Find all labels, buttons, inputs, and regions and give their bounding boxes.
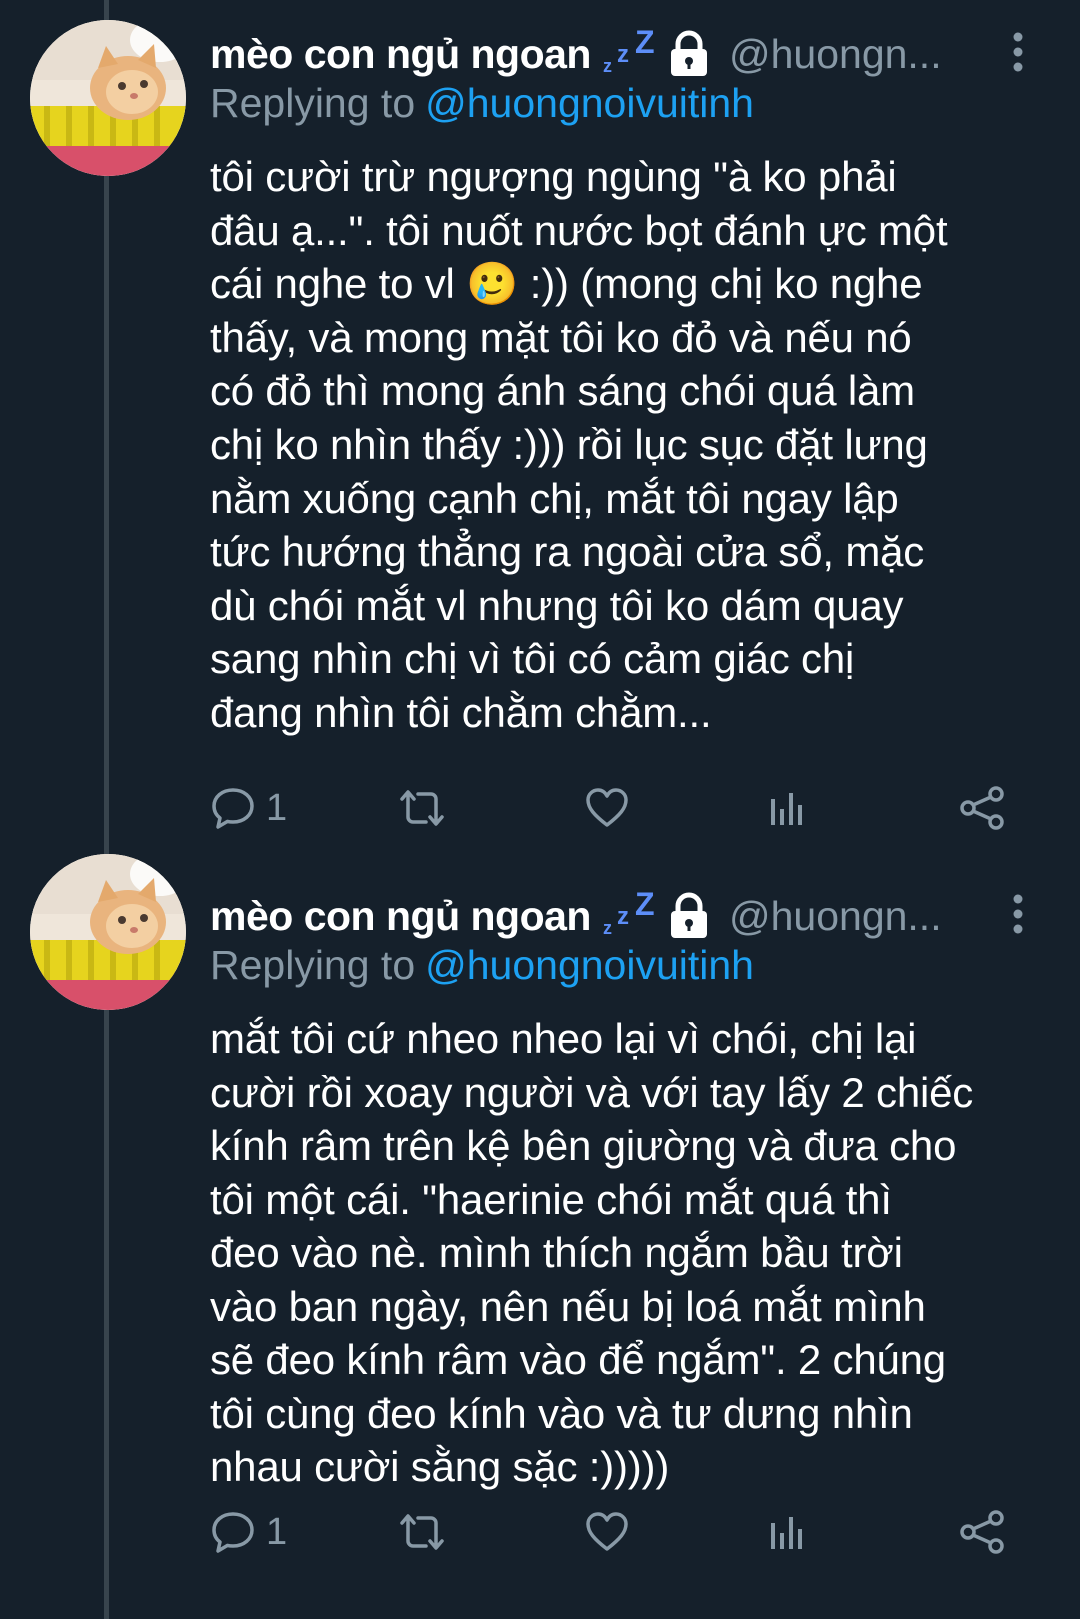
- tweet-header: mèo con ngủ ngoan zzZ @huongn...: [210, 24, 1010, 84]
- replying-label: Replying to: [210, 942, 416, 988]
- display-name[interactable]: mèo con ngủ ngoan: [210, 31, 591, 78]
- reply-count: 1: [266, 786, 288, 829]
- retweet-icon: [400, 1514, 444, 1550]
- replying-label: Replying to: [210, 80, 416, 126]
- share-button[interactable]: [958, 1502, 1006, 1562]
- user-handle[interactable]: @huongn...: [729, 31, 942, 78]
- views-button[interactable]: [766, 778, 806, 838]
- views-button[interactable]: [766, 1502, 806, 1562]
- share-button[interactable]: [958, 778, 1006, 838]
- retweet-icon: [400, 790, 444, 826]
- tweet-text: mắt tôi cứ nheo nheo lại vì chói, chị lạ…: [210, 1015, 974, 1490]
- reply-icon: [212, 1512, 254, 1553]
- mention-link[interactable]: @huongnoivuitinh: [425, 80, 754, 126]
- display-name[interactable]: mèo con ngủ ngoan: [210, 893, 591, 940]
- heart-icon: [586, 1512, 628, 1551]
- share-icon: [960, 1510, 1004, 1554]
- tweet-header: mèo con ngủ ngoan zzZ @huongn...: [210, 886, 1010, 946]
- zzz-sleep-icon: zzZ: [602, 24, 655, 76]
- tweet[interactable]: mèo con ngủ ngoan zzZ @huongn... Replyin…: [0, 854, 1080, 1619]
- analytics-icon: [771, 793, 802, 825]
- replying-to: Replying to @huongnoivuitinh: [210, 942, 754, 989]
- mention-link[interactable]: @huongnoivuitinh: [425, 942, 754, 988]
- reply-button[interactable]: 1: [210, 778, 287, 838]
- lock-icon: [670, 30, 707, 76]
- tweet-actions: 1: [210, 778, 1010, 838]
- reply-icon: [212, 788, 254, 829]
- retweet-button[interactable]: [396, 1502, 448, 1562]
- tweet[interactable]: mèo con ngủ ngoan zzZ @huongn... Replyin…: [0, 0, 1080, 862]
- reply-button[interactable]: 1: [210, 1502, 287, 1562]
- reply-count: 1: [266, 1510, 288, 1553]
- like-button[interactable]: [584, 778, 630, 838]
- heart-icon: [586, 788, 628, 827]
- like-button[interactable]: [584, 1502, 630, 1562]
- more-options-icon[interactable]: [1010, 894, 1026, 934]
- tweet-text: tôi cười trừ ngượng ngùng "à ko phải đâu…: [210, 153, 948, 736]
- replying-to: Replying to @huongnoivuitinh: [210, 80, 754, 127]
- retweet-button[interactable]: [396, 778, 448, 838]
- analytics-icon: [771, 1517, 802, 1549]
- more-options-icon[interactable]: [1010, 32, 1026, 72]
- zzz-sleep-icon: zzZ: [602, 886, 655, 938]
- share-icon: [960, 786, 1004, 830]
- avatar[interactable]: [30, 20, 186, 176]
- lock-icon: [670, 892, 707, 938]
- tweet-actions: 1: [210, 1502, 1010, 1562]
- user-handle[interactable]: @huongn...: [729, 893, 942, 940]
- avatar[interactable]: [30, 854, 186, 1010]
